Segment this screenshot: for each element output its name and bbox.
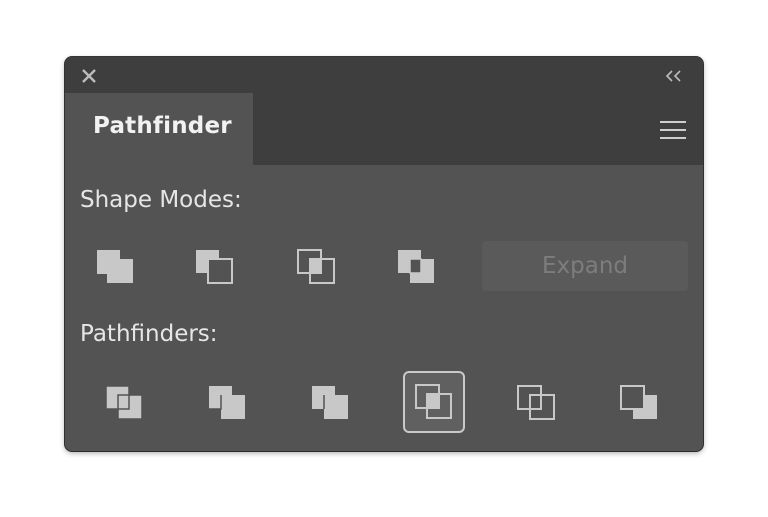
intersect-button[interactable] [287,237,347,297]
intersect-icon [297,249,335,284]
hamburger-menu-icon[interactable] [659,119,687,141]
exclude-button[interactable] [387,237,447,297]
panel-titlebar [65,57,703,93]
shape-modes-label: Shape Modes: [80,187,242,213]
minus-front-icon [196,250,233,284]
merge-button[interactable] [301,373,361,433]
tab-pathfinder[interactable]: Pathfinder [65,93,253,165]
unite-button[interactable] [85,237,145,297]
divide-button[interactable] [95,373,155,433]
pathfinder-panel: Pathfinder Shape Modes: Expand Pathfinde… [65,57,703,451]
tab-bar: Pathfinder [65,93,703,165]
minus-back-icon [620,385,657,419]
unite-icon [97,250,133,283]
divide-icon [105,385,143,420]
minus-front-button[interactable] [185,237,245,297]
expand-label: Expand [541,253,628,279]
outline-icon [517,385,555,420]
merge-icon [312,386,348,419]
crop-icon [415,384,452,419]
outline-button[interactable] [507,373,567,433]
trim-icon [209,386,245,419]
exclude-icon [398,250,434,283]
double-chevron-left-icon[interactable] [663,67,687,85]
trim-button[interactable] [198,373,258,433]
crop-button[interactable] [403,371,465,433]
minus-back-button[interactable] [610,373,670,433]
pathfinders-label: Pathfinders: [80,321,218,347]
close-icon[interactable] [79,66,99,86]
expand-button[interactable]: Expand [482,241,688,291]
tab-label: Pathfinder [93,113,232,139]
